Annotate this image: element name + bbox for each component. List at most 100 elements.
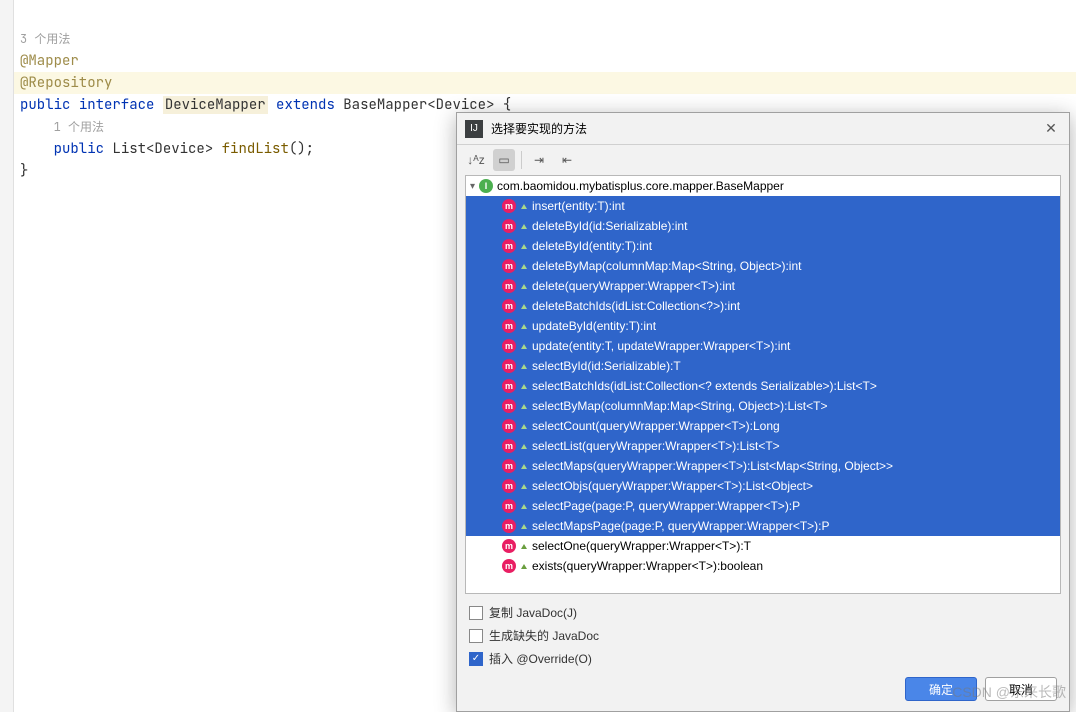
chevron-down-icon[interactable]: ▾ xyxy=(470,181,475,192)
override-up-icon xyxy=(520,362,528,370)
sort-visibility-button[interactable]: ▭ xyxy=(493,149,515,171)
method-item[interactable]: minsert(entity:T):int xyxy=(466,196,1060,216)
interface-icon: I xyxy=(479,179,493,193)
method-tree[interactable]: ▾ I com.baomidou.mybatisplus.core.mapper… xyxy=(465,175,1061,594)
method-item[interactable]: m selectBatchIds(idList:Collection<? exte… xyxy=(466,376,1060,396)
method-icon: m xyxy=(502,239,516,253)
method-item[interactable]: m deleteById(entity:T):int xyxy=(466,236,1060,256)
code-content[interactable]: 3 个用法 @Mapper @Repository public interfa… xyxy=(20,6,511,182)
override-up-icon xyxy=(520,482,528,490)
dialog-footer: 复制 JavaDoc(J) 生成缺失的 JavaDoc ✓ 插入 @Overri… xyxy=(457,594,1069,711)
tree-root-node[interactable]: ▾ I com.baomidou.mybatisplus.core.mapper… xyxy=(466,176,1060,196)
return-type: List<Device> xyxy=(112,140,213,158)
method-signature: exists(queryWrapper:Wrapper<T>):boolean xyxy=(532,559,763,573)
method-list: minsert(entity:T):intmdeleteById(id:Seri… xyxy=(466,196,1060,576)
method-item[interactable]: m selectObjs(queryWrapper:Wrapper<T>):Lis… xyxy=(466,476,1060,496)
method-icon: m xyxy=(502,479,516,493)
method-signature: selectBatchIds(idList:Collection<? exten… xyxy=(532,379,877,393)
class-name: DeviceMapper xyxy=(163,96,268,114)
override-up-icon xyxy=(520,342,528,350)
override-up-icon xyxy=(520,322,528,330)
method-signature: deleteById(id:Serializable):int xyxy=(532,219,687,233)
method-signature: selectList(queryWrapper:Wrapper<T>):List… xyxy=(532,439,780,453)
method-item[interactable]: mselectPage(page:P, queryWrapper:Wrapper… xyxy=(466,496,1060,516)
expand-all-button[interactable]: ⇥ xyxy=(528,149,550,171)
copy-javadoc-checkbox[interactable]: 复制 JavaDoc(J) xyxy=(469,604,1057,621)
gen-missing-javadoc-checkbox[interactable]: 生成缺失的 JavaDoc xyxy=(469,627,1057,644)
method-icon: m xyxy=(502,219,516,233)
method-icon: m xyxy=(502,399,516,413)
checkbox-icon[interactable] xyxy=(469,629,483,643)
method-name: findList xyxy=(222,140,289,158)
method-icon: m xyxy=(502,379,516,393)
method-signature: deleteBatchIds(idList:Collection<?>):int xyxy=(532,299,740,313)
method-item[interactable]: mdelete(queryWrapper:Wrapper<T>):int xyxy=(466,276,1060,296)
method-item[interactable]: m selectMaps(queryWrapper:Wrapper<T>):Lis… xyxy=(466,456,1060,476)
method-icon: m xyxy=(502,259,516,273)
override-up-icon xyxy=(520,222,528,230)
method-icon: m xyxy=(502,319,516,333)
usage-hint-top: 3 个用法 xyxy=(20,31,70,47)
method-signature: selectById(id:Serializable):T xyxy=(532,359,681,373)
method-signature: selectCount(queryWrapper:Wrapper<T>):Lon… xyxy=(532,419,780,433)
checkbox-icon[interactable] xyxy=(469,606,483,620)
method-item[interactable]: m deleteBatchIds(idList:Collection<?>):in… xyxy=(466,296,1060,316)
override-up-icon xyxy=(520,462,528,470)
toolbar-separator xyxy=(521,151,522,169)
checkbox-label: 复制 JavaDoc(J) xyxy=(489,604,577,621)
ok-button[interactable]: 确定 xyxy=(905,677,977,701)
method-signature: selectObjs(queryWrapper:Wrapper<T>):List… xyxy=(532,479,813,493)
method-item[interactable]: mselectMapsPage(page:P, queryWrapper:Wra… xyxy=(466,516,1060,536)
method-item[interactable]: m selectCount(queryWrapper:Wrapper<T>):Lo… xyxy=(466,416,1060,436)
method-signature: selectOne(queryWrapper:Wrapper<T>):T xyxy=(532,539,751,553)
annotation-mapper: @Mapper xyxy=(20,52,79,70)
override-up-icon xyxy=(520,302,528,310)
editor-gutter xyxy=(0,0,14,712)
method-item[interactable]: mselectList(queryWrapper:Wrapper<T>):Lis… xyxy=(466,436,1060,456)
method-icon: m xyxy=(502,419,516,433)
method-item[interactable]: m updateById(entity:T):int xyxy=(466,316,1060,336)
override-up-icon xyxy=(520,402,528,410)
cancel-button[interactable]: 取消 xyxy=(985,677,1057,701)
close-button[interactable]: ✕ xyxy=(1041,119,1061,139)
method-item[interactable]: m update(entity:T, updateWrapper:Wrapper<… xyxy=(466,336,1060,356)
override-up-icon xyxy=(520,522,528,530)
method-icon: m xyxy=(502,299,516,313)
method-signature: selectMaps(queryWrapper:Wrapper<T>):List… xyxy=(532,459,893,473)
method-item[interactable]: mexists(queryWrapper:Wrapper<T>):boolean xyxy=(466,556,1060,576)
insert-override-checkbox[interactable]: ✓ 插入 @Override(O) xyxy=(469,650,1057,667)
method-item[interactable]: m deleteById(id:Serializable):int xyxy=(466,216,1060,236)
kw-extends: extends xyxy=(276,96,335,114)
checkbox-icon[interactable]: ✓ xyxy=(469,652,483,666)
sort-alpha-button[interactable]: ↓ᴬz xyxy=(465,149,487,171)
override-up-icon xyxy=(520,282,528,290)
override-up-icon xyxy=(520,202,528,210)
method-icon: m xyxy=(502,459,516,473)
base-mapper: BaseMapper xyxy=(343,96,427,114)
method-icon: m xyxy=(502,199,516,213)
usage-hint-inner: 1 个用法 xyxy=(54,119,104,135)
method-item[interactable]: mselectOne(queryWrapper:Wrapper<T>):T xyxy=(466,536,1060,556)
override-up-icon xyxy=(520,262,528,270)
override-up-icon xyxy=(520,542,528,550)
dialog-title: 选择要实现的方法 xyxy=(491,120,1041,137)
method-item[interactable]: mdeleteByMap(columnMap:Map<String, Objec… xyxy=(466,256,1060,276)
override-up-icon xyxy=(520,442,528,450)
dialog-titlebar[interactable]: IJ 选择要实现的方法 ✕ xyxy=(457,113,1069,145)
collapse-all-button[interactable]: ⇤ xyxy=(556,149,578,171)
method-signature: deleteById(entity:T):int xyxy=(532,239,652,253)
method-item[interactable]: mselectById(id:Serializable):T xyxy=(466,356,1060,376)
method-signature: updateById(entity:T):int xyxy=(532,319,656,333)
root-label: com.baomidou.mybatisplus.core.mapper.Bas… xyxy=(497,179,784,193)
method-icon: m xyxy=(502,339,516,353)
checkbox-label: 生成缺失的 JavaDoc xyxy=(489,627,599,644)
checkbox-label: 插入 @Override(O) xyxy=(489,650,592,667)
kw-public: public xyxy=(20,96,70,114)
method-item[interactable]: mselectByMap(columnMap:Map<String, Objec… xyxy=(466,396,1060,416)
dialog-toolbar: ↓ᴬz ▭ ⇥ ⇤ xyxy=(457,145,1069,175)
method-signature: selectPage(page:P, queryWrapper:Wrapper<… xyxy=(532,499,800,513)
method-signature: update(entity:T, updateWrapper:Wrapper<T… xyxy=(532,339,790,353)
method-icon: m xyxy=(502,279,516,293)
kw-public-2: public xyxy=(54,140,104,158)
kw-interface: interface xyxy=(79,96,155,114)
